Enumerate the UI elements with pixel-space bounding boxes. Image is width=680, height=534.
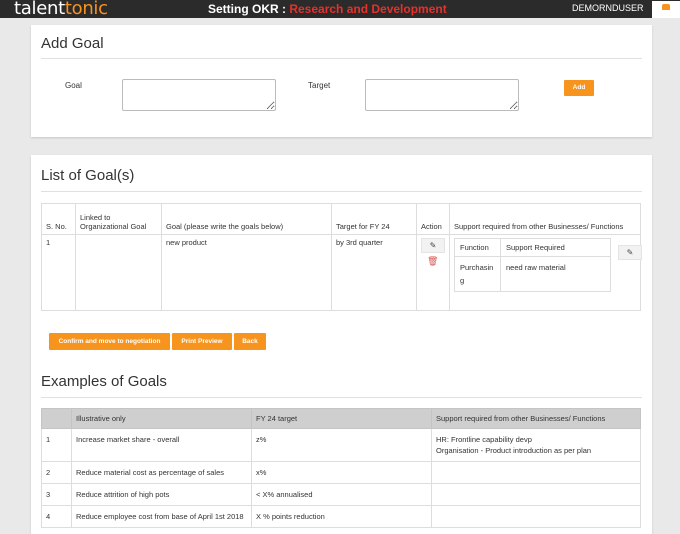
- target-cell: x%: [251, 461, 432, 484]
- goal-cell: Reduce attrition of high pots: [71, 483, 252, 506]
- target-label: Target: [308, 81, 331, 90]
- table-row: 1 new product by 3rd quarter ✎ 🗑 Functio…: [41, 234, 642, 311]
- table-row: 3 Reduce attrition of high pots < X% ann…: [41, 483, 641, 506]
- examples-title: Examples of Goals: [41, 373, 167, 390]
- target-input[interactable]: [365, 79, 519, 111]
- column-header: Action: [416, 203, 450, 235]
- page-heading-prefix: Setting OKR :: [208, 2, 290, 16]
- sno-cell: 1: [41, 428, 72, 462]
- column-header: Support required from other Businesses/ …: [431, 408, 641, 429]
- target-cell: < X% annualised: [251, 483, 432, 506]
- column-header: Support required from other Businesses/ …: [449, 203, 641, 235]
- edit-icon: ✎: [429, 241, 437, 250]
- column-header: Illustrative only: [71, 408, 252, 429]
- linked-goal-cell: [75, 234, 162, 311]
- edit-goal-button[interactable]: ✎: [421, 238, 445, 253]
- column-header: [41, 408, 72, 429]
- department-name: Research and Development: [289, 2, 447, 16]
- support-cell: HR: Frontline capability devp Organisatio…: [431, 428, 641, 462]
- print-preview-button[interactable]: Print Preview: [172, 333, 232, 350]
- goal-cell: new product: [161, 234, 332, 311]
- username[interactable]: DEMORNDUSER: [572, 3, 644, 14]
- support-line: HR: Frontline capability devp: [436, 435, 532, 444]
- column-header: Target for FY 24: [331, 203, 417, 235]
- support-table: Function Support Required Purchasing nee…: [454, 238, 611, 292]
- back-button[interactable]: Back: [234, 333, 266, 350]
- column-header: FY 24 target: [251, 408, 432, 429]
- target-cell: by 3rd quarter: [331, 234, 417, 311]
- delete-icon[interactable]: 🗑: [427, 256, 445, 267]
- goal-input[interactable]: [122, 79, 276, 111]
- support-row: Purchasing need raw material: [454, 256, 611, 292]
- target-cell: X % points reduction: [251, 505, 432, 528]
- support-cell: Function Support Required Purchasing nee…: [449, 234, 642, 311]
- add-goal-title: Add Goal: [41, 35, 104, 52]
- divider: [41, 58, 642, 59]
- table-header-row: S. No. Linked to Organizational Goal Goa…: [41, 203, 641, 235]
- add-goal-card: Add Goal Goal Target Add: [31, 25, 652, 137]
- edit-support-button[interactable]: ✎: [618, 245, 642, 260]
- divider: [41, 191, 642, 192]
- support-column-header: Function: [454, 238, 501, 257]
- sno-cell: 4: [41, 505, 72, 528]
- table-row: 4 Reduce employee cost from base of Apri…: [41, 505, 641, 528]
- sno-cell: 2: [41, 461, 72, 484]
- table-header-row: Illustrative only FY 24 target Support r…: [41, 408, 641, 429]
- edit-icon: ✎: [626, 248, 634, 257]
- goal-label: Goal: [65, 81, 82, 90]
- goals-table: S. No. Linked to Organizational Goal Goa…: [41, 203, 642, 311]
- support-column-header: Support Required: [500, 238, 611, 257]
- divider: [41, 397, 642, 398]
- support-cell: [431, 461, 641, 484]
- user-menu-button[interactable]: [652, 1, 680, 18]
- action-cell: ✎ 🗑: [416, 234, 450, 311]
- goal-cell: Increase market share - overall: [71, 428, 252, 462]
- table-row: 2 Reduce material cost as percentage of …: [41, 461, 641, 484]
- support-cell: [431, 483, 641, 506]
- support-header-row: Function Support Required: [454, 238, 611, 257]
- logo-text-talent: talent: [14, 0, 65, 19]
- support-line: Organisation - Product introduction as p…: [436, 446, 592, 455]
- column-header: Linked to Organizational Goal: [75, 203, 162, 235]
- goal-list-card: List of Goal(s) S. No. Linked to Organiz…: [31, 155, 652, 534]
- user-icon: [662, 4, 670, 10]
- confirm-negotiation-button[interactable]: Confirm and move to negotiation: [49, 333, 170, 350]
- support-cell: [431, 505, 641, 528]
- logo[interactable]: talenttonic: [14, 0, 108, 18]
- examples-table: Illustrative only FY 24 target Support r…: [41, 408, 641, 528]
- goal-cell: Reduce material cost as percentage of sa…: [71, 461, 252, 484]
- target-cell: z%: [251, 428, 432, 462]
- column-header: Goal (please write the goals below): [161, 203, 332, 235]
- top-bar: talenttonic Setting OKR : Research and D…: [0, 0, 680, 18]
- sno-cell: 3: [41, 483, 72, 506]
- logo-text-tonic: tonic: [64, 0, 108, 19]
- column-header: S. No.: [41, 203, 76, 235]
- add-button[interactable]: Add: [564, 80, 594, 96]
- table-row: 1 Increase market share - overall z% HR:…: [41, 428, 641, 462]
- support-required-cell: need raw material: [500, 256, 611, 292]
- goal-cell: Reduce employee cost from base of April …: [71, 505, 252, 528]
- sno-cell: 1: [41, 234, 76, 311]
- function-cell: Purchasing: [454, 256, 501, 292]
- goal-list-title: List of Goal(s): [41, 167, 135, 184]
- page-heading: Setting OKR : Research and Development: [208, 2, 447, 16]
